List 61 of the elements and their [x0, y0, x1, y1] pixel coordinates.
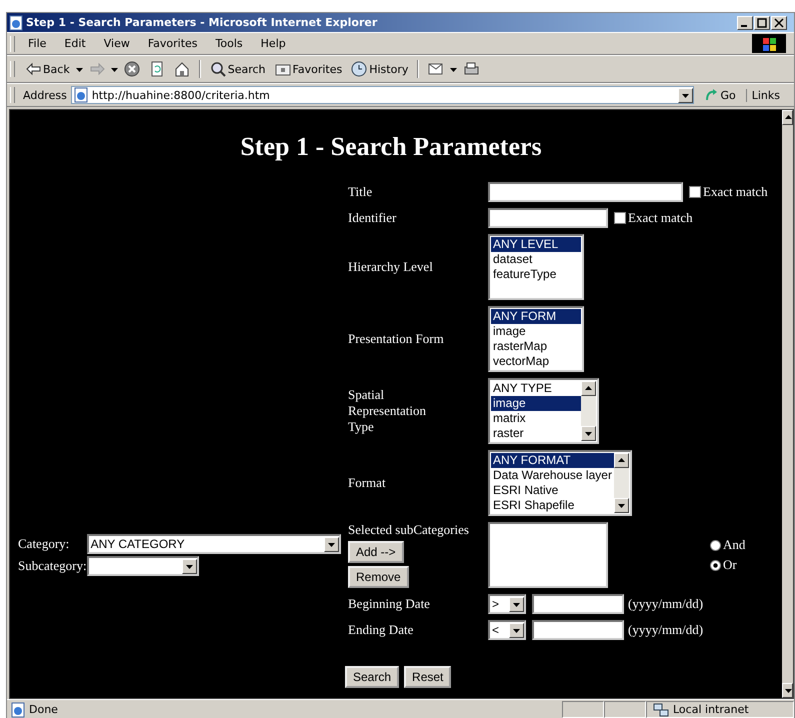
list-box[interactable]: ANY TYPE image matrix raster: [488, 378, 599, 444]
field-label: Hierarchy Level: [348, 259, 434, 275]
address-label: Address: [23, 88, 67, 102]
zone-text: Local intranet: [673, 703, 749, 716]
history-button[interactable]: History: [348, 59, 412, 79]
checkbox-label: Exact match: [703, 184, 768, 200]
category-dropdown[interactable]: ANY CATEGORY: [86, 534, 341, 554]
menu-item[interactable]: File: [19, 35, 56, 52]
list-option[interactable]: matrix: [491, 411, 581, 426]
date-format-hint: (yyyy/mm/dd): [628, 596, 704, 612]
field-label: Format: [348, 475, 387, 491]
list-option[interactable]: ANY LEVEL: [491, 237, 581, 252]
field-label: Category:: [18, 536, 70, 552]
radio-label: And: [723, 537, 746, 553]
list-option[interactable]: ANY FORMAT: [491, 453, 614, 468]
list-box[interactable]: ANY LEVEL dataset featureType: [488, 234, 584, 300]
field-label: Ending Date: [348, 622, 414, 638]
address-field[interactable]: http://huahine:8800/criteria.htm: [70, 86, 694, 104]
list-option[interactable]: ANY FORM: [491, 309, 581, 324]
field-label: Beginning Date: [348, 596, 431, 612]
remove-button[interactable]: Remove: [348, 566, 409, 588]
list-option[interactable]: dataset: [491, 252, 581, 267]
field-label: Subcategory:: [18, 558, 87, 574]
back-button[interactable]: Back: [22, 59, 73, 79]
list-option[interactable]: featureType: [491, 267, 581, 282]
list-option[interactable]: ANY TYPE: [491, 381, 581, 396]
field-label: Spatial Representation Type: [348, 387, 427, 435]
field-label: Selected subCategories: [348, 522, 469, 538]
list-box[interactable]: ANY FORMAT Data Warehouse layer ESRI Native ESRI Shapefile: [488, 450, 632, 516]
operator-dropdown[interactable]: >: [488, 594, 526, 614]
field-label: Identifier: [348, 210, 398, 226]
form-button[interactable]: Search: [345, 666, 400, 688]
list-box[interactable]: ANY FORM image rasterMap vectorMap: [488, 306, 584, 372]
radio-label: Or: [723, 557, 737, 573]
list-option[interactable]: rasterMap: [491, 339, 581, 354]
list-option[interactable]: Data Warehouse layer: [491, 468, 614, 483]
list-option[interactable]: image: [491, 324, 581, 339]
menu-item[interactable]: Help: [252, 35, 295, 52]
field-label: Presentation Form: [348, 331, 445, 347]
go-button[interactable]: Go: [698, 88, 742, 102]
field-label: Title: [348, 184, 374, 200]
favorites-button[interactable]: Favorites: [272, 59, 346, 79]
add-button[interactable]: Add -->: [348, 541, 404, 563]
search-button[interactable]: Search: [206, 59, 269, 79]
page-heading: Step 1 - Search Parameters: [239, 132, 543, 162]
menu-item[interactable]: Favorites: [138, 35, 207, 52]
list-option[interactable]: vectorMap: [491, 354, 581, 369]
list-option[interactable]: image: [491, 396, 581, 411]
list-option[interactable]: raster: [491, 426, 581, 441]
operator-dropdown[interactable]: <: [488, 620, 526, 640]
form-button[interactable]: Reset: [404, 666, 452, 688]
date-format-hint: (yyyy/mm/dd): [628, 622, 704, 638]
menu-item[interactable]: Tools: [206, 35, 252, 52]
list-option[interactable]: ESRI Native: [491, 483, 614, 498]
menu-item[interactable]: View: [94, 35, 139, 52]
menu-item[interactable]: Edit: [55, 35, 95, 52]
list-option[interactable]: ESRI Shapefile: [491, 498, 614, 513]
checkbox-label: Exact match: [628, 210, 693, 226]
status-text: Done: [29, 703, 58, 716]
window-title: Step 1 - Search Parameters - Microsoft Internet Explorer: [26, 16, 378, 29]
links-button[interactable]: Links: [746, 88, 794, 102]
